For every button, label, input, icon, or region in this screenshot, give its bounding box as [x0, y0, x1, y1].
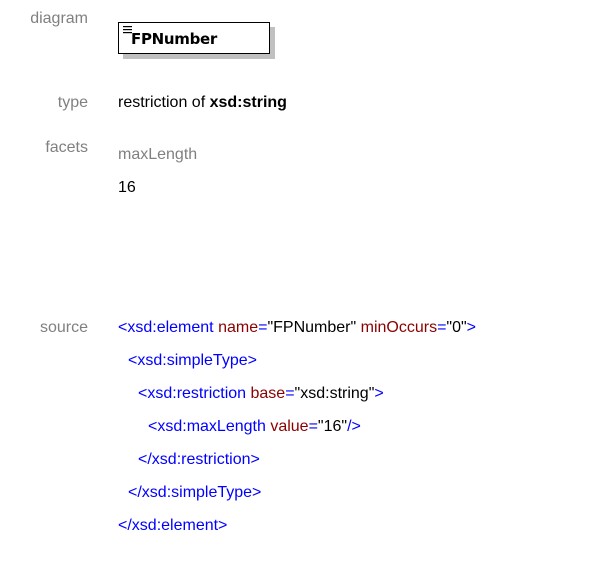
type-value: restriction of xsd:string — [118, 94, 287, 112]
tag: <xsd:simpleType> — [128, 352, 257, 369]
attr-name: minOccurs — [360, 319, 438, 336]
tag-open: <xsd:maxLength — [148, 418, 266, 435]
tag-close: > — [374, 385, 384, 402]
attr-name: name — [218, 319, 259, 336]
tag-open: <xsd:restriction — [138, 385, 247, 402]
attr-value: "xsd:string" — [294, 385, 375, 402]
tag-close: > — [466, 319, 477, 336]
facet-name: maxLength — [118, 146, 198, 163]
attr-name: value — [270, 418, 309, 435]
facets-label: facets — [45, 139, 88, 156]
source-line-6: </xsd:simpleType> — [128, 484, 261, 502]
tag-close: /> — [347, 418, 361, 435]
tag: </xsd:element> — [118, 517, 228, 534]
source-line-7: </xsd:element> — [118, 517, 227, 535]
type-prefix: restriction of — [118, 94, 210, 111]
type-label: type — [57, 94, 88, 111]
equals-sign: = — [285, 385, 295, 402]
element-diagram-box: FPNumber — [118, 22, 270, 54]
attr-value: "16" — [317, 418, 348, 435]
source-line-1: <xsd:element name="FPNumber" minOccurs="… — [118, 319, 476, 337]
diagram-label: diagram — [30, 10, 88, 27]
equals-sign: = — [308, 418, 318, 435]
tag: </xsd:simpleType> — [128, 484, 262, 501]
element-name: FPNumber — [131, 30, 218, 48]
source-line-5: </xsd:restriction> — [138, 451, 260, 469]
tag: </xsd:restriction> — [138, 451, 260, 468]
source-line-4: <xsd:maxLength value="16"/> — [148, 418, 361, 436]
equals-sign: = — [437, 319, 447, 336]
tag-open: <xsd:element — [118, 319, 214, 336]
attr-name: base — [250, 385, 286, 402]
source-line-3: <xsd:restriction base="xsd:string"> — [138, 385, 384, 403]
attr-value: "0" — [446, 319, 467, 336]
facet-value: 16 — [118, 179, 136, 196]
type-base-link[interactable]: xsd:string — [210, 94, 287, 111]
source-label: source — [39, 319, 88, 336]
source-line-2: <xsd:simpleType> — [128, 352, 257, 370]
attr-value: "FPNumber" — [267, 319, 357, 336]
